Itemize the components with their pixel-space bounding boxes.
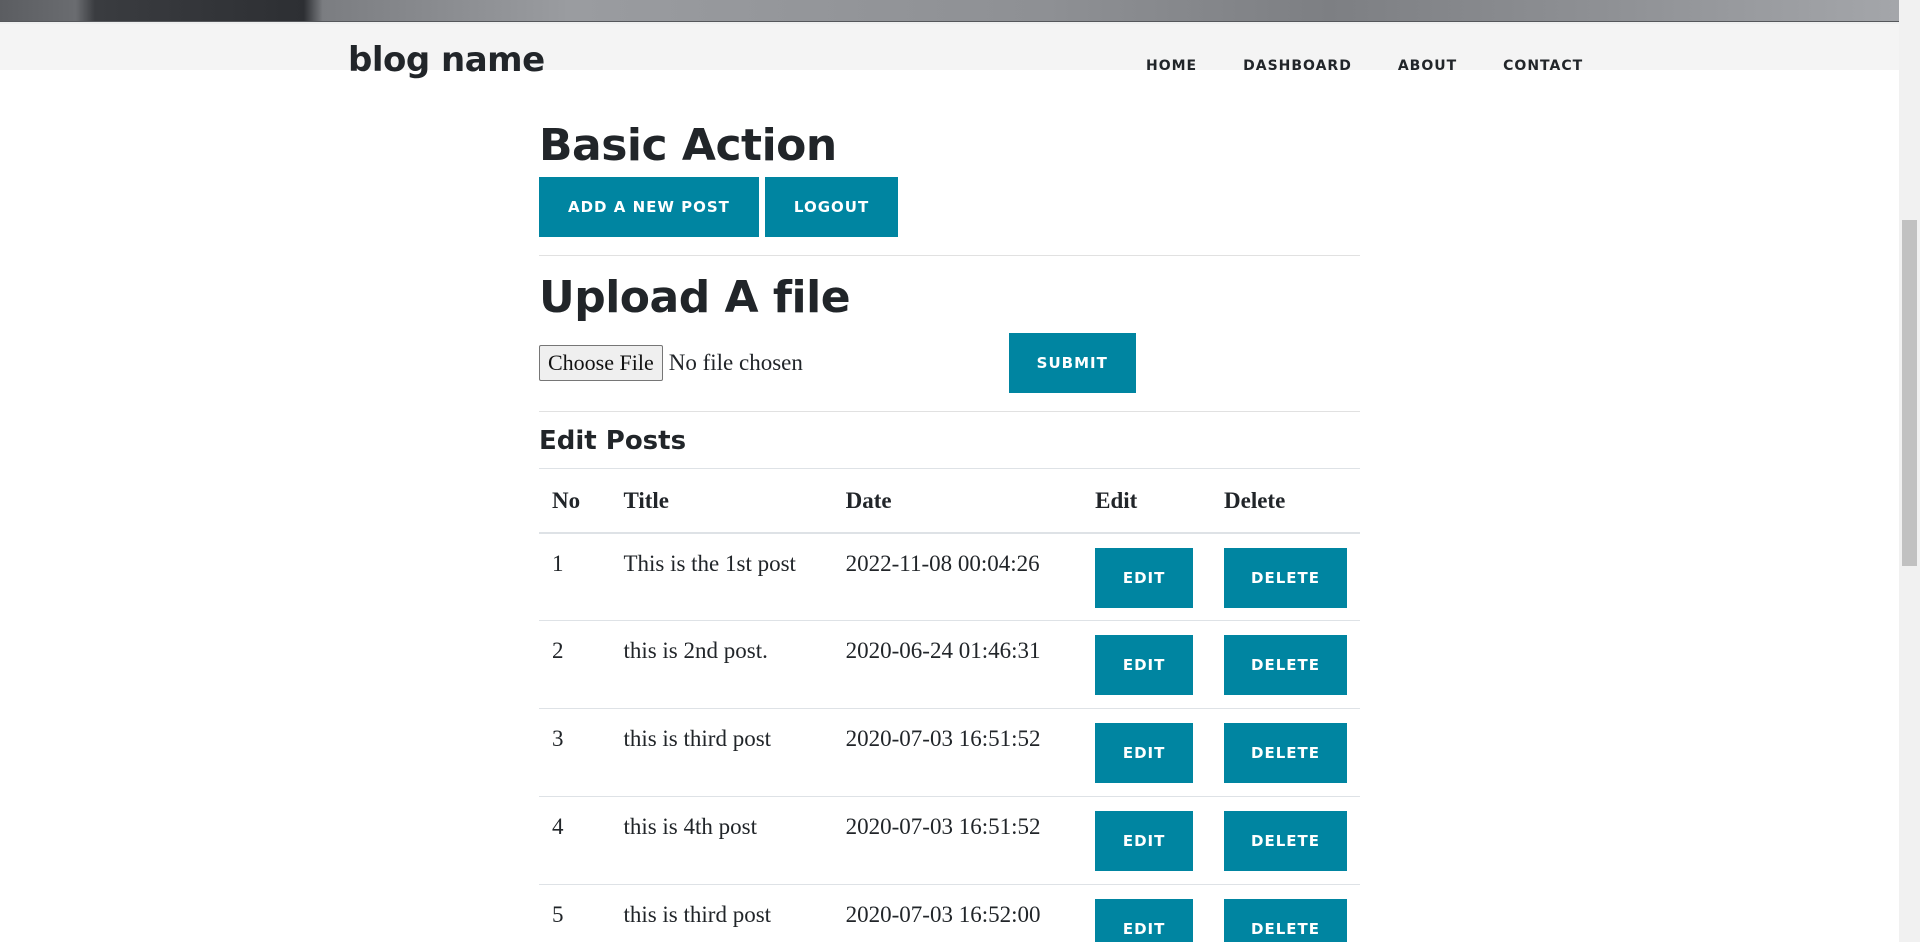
add-new-post-button[interactable]: ADD A NEW POST (539, 176, 759, 237)
post-title: This is the 1st post (610, 532, 833, 621)
edit-cell: EDIT (1082, 884, 1211, 942)
post-date: 2020-07-03 16:51:52 (832, 708, 1083, 797)
edit-post-button[interactable]: EDIT (1095, 635, 1194, 696)
basic-action-heading: Basic Action (539, 120, 837, 171)
delete-cell: DELETE (1211, 708, 1360, 797)
file-status-text: No file chosen (668, 349, 803, 375)
delete-post-button[interactable]: DELETE (1224, 547, 1347, 608)
posts-table: No Title Date Edit Delete 1 This is the … (539, 467, 1360, 942)
delete-cell: DELETE (1211, 532, 1360, 621)
submit-button[interactable]: SUBMIT (1008, 332, 1136, 393)
delete-cell: DELETE (1211, 884, 1360, 942)
table-row: 3 this is third post 2020-07-03 16:51:52… (539, 708, 1360, 797)
column-header-title: Title (610, 467, 833, 534)
delete-cell: DELETE (1211, 796, 1360, 885)
post-number: 5 (539, 884, 611, 942)
delete-post-button[interactable]: DELETE (1224, 635, 1347, 696)
post-title: this is third post (610, 708, 833, 797)
choose-file-button[interactable]: Choose File (539, 344, 663, 381)
edit-posts-heading: Edit Posts (539, 425, 687, 456)
post-number: 1 (539, 532, 611, 621)
header-background-image (0, 0, 1899, 24)
post-number: 2 (539, 620, 611, 709)
edit-post-button[interactable]: EDIT (1095, 547, 1194, 608)
table-row: 2 this is 2nd post. 2020-06-24 01:46:31 … (539, 620, 1360, 709)
posts-table-body: 1 This is the 1st post 2022-11-08 00:04:… (539, 532, 1360, 942)
delete-post-button[interactable]: DELETE (1224, 899, 1347, 942)
post-date: 2020-06-24 01:46:31 (832, 620, 1083, 709)
column-header-delete: Delete (1211, 467, 1360, 534)
edit-post-button[interactable]: EDIT (1095, 811, 1194, 872)
edit-cell: EDIT (1082, 708, 1211, 797)
post-number: 3 (539, 708, 611, 797)
post-number: 4 (539, 796, 611, 885)
table-row: 1 This is the 1st post 2022-11-08 00:04:… (539, 532, 1360, 621)
column-header-date: Date (832, 467, 1083, 534)
nav-link-dashboard[interactable]: DASHBOARD (1243, 58, 1352, 74)
delete-post-button[interactable]: DELETE (1224, 811, 1347, 872)
post-title: this is 4th post (610, 796, 833, 885)
dashboard-content: Basic Action ADD A NEW POST LOGOUT Uploa… (539, 120, 1360, 942)
edit-cell: EDIT (1082, 620, 1211, 709)
divider (539, 254, 1360, 256)
brand-logo[interactable]: blog name (348, 40, 545, 80)
post-date: 2020-07-03 16:52:00 (832, 884, 1083, 942)
edit-cell: EDIT (1082, 796, 1211, 885)
delete-post-button[interactable]: DELETE (1224, 723, 1347, 784)
post-date: 2022-11-08 00:04:26 (832, 532, 1083, 621)
edit-cell: EDIT (1082, 532, 1211, 621)
table-row: 5 this is third post 2020-07-03 16:52:00… (539, 884, 1360, 942)
nav-link-home[interactable]: HOME (1146, 58, 1197, 74)
logout-button[interactable]: LOGOUT (764, 176, 899, 237)
basic-action-buttons: ADD A NEW POST LOGOUT (539, 176, 1360, 237)
nav-link-about[interactable]: ABOUT (1398, 58, 1457, 74)
scrollbar-thumb[interactable] (1902, 220, 1917, 566)
edit-post-button[interactable]: EDIT (1095, 899, 1194, 942)
post-title: this is third post (610, 884, 833, 942)
post-title: this is 2nd post. (610, 620, 833, 709)
main-nav: HOME DASHBOARD ABOUT CONTACT (1146, 58, 1629, 74)
divider (539, 410, 1360, 412)
upload-heading: Upload A file (539, 271, 851, 323)
column-header-edit: Edit (1082, 467, 1211, 534)
delete-cell: DELETE (1211, 620, 1360, 709)
upload-form: Choose File No file chosen SUBMIT (539, 332, 1360, 393)
column-header-no: No (539, 467, 611, 534)
table-header-row: No Title Date Edit Delete (539, 467, 1360, 534)
edit-post-button[interactable]: EDIT (1095, 723, 1194, 784)
nav-link-contact[interactable]: CONTACT (1503, 58, 1583, 74)
table-row: 4 this is 4th post 2020-07-03 16:51:52 E… (539, 796, 1360, 885)
post-date: 2020-07-03 16:51:52 (832, 796, 1083, 885)
